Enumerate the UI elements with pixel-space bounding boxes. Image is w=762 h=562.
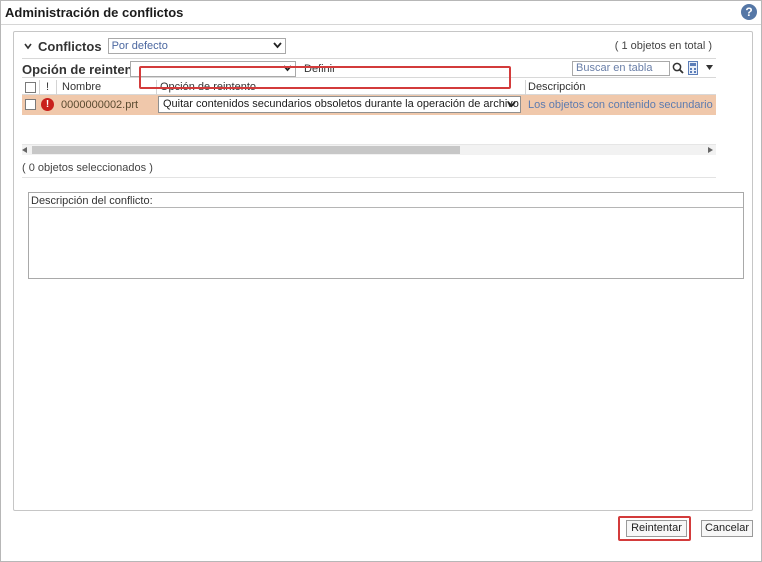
row-description: Los objetos con contenido secundario obs… [528, 99, 716, 111]
column-header-flag[interactable]: ! [46, 81, 49, 94]
conflict-description-label: Descripción del conflicto: [31, 195, 153, 207]
conflicts-panel: Conflictos Por defecto ( 1 objetos en to… [13, 31, 753, 511]
table-search-input[interactable]: Buscar en tabla [572, 61, 670, 76]
conflict-management-window: Administración de conflictos ? Conflicto… [0, 0, 762, 562]
total-objects-label: ( 1 objetos en total ) [614, 40, 712, 52]
help-icon[interactable]: ? [741, 4, 757, 20]
search-icon[interactable] [672, 62, 684, 74]
conflict-description-panel: Descripción del conflicto: [28, 192, 744, 279]
calculator-icon[interactable] [688, 61, 698, 75]
column-separator [39, 80, 40, 95]
conflicts-filter-select[interactable]: Por defecto [107, 38, 286, 54]
retry-option-label: Opción de reintento [22, 62, 145, 77]
scroll-left-icon[interactable] [22, 147, 27, 153]
title-bar: Administración de conflictos ? [1, 1, 761, 25]
retry-button[interactable]: Reintentar [626, 520, 687, 537]
conflicts-section-label: Conflictos [38, 38, 102, 54]
table-row[interactable]: ! 0000000002.prt Quitar contenidos secun… [22, 95, 716, 115]
window-title: Administración de conflictos [5, 5, 184, 20]
scroll-right-icon[interactable] [708, 147, 713, 153]
conflicts-filter-value: Por defecto [111, 40, 168, 52]
column-separator [56, 80, 57, 95]
divider [22, 177, 716, 178]
conflicts-header: Conflictos Por defecto [24, 38, 286, 54]
chevron-down-icon [507, 101, 516, 108]
row-retry-option-select[interactable]: Quitar contenidos secundarios obsoletos … [158, 96, 521, 113]
column-header-name[interactable]: Nombre [62, 81, 101, 94]
scrollbar-thumb[interactable] [32, 146, 460, 154]
column-separator [525, 80, 526, 95]
select-all-checkbox[interactable] [25, 82, 36, 93]
chevron-down-icon[interactable] [24, 42, 32, 50]
retry-option-callout [139, 66, 511, 89]
row-name: 0000000002.prt [61, 99, 139, 111]
selected-count-label: ( 0 objetos seleccionados ) [22, 162, 153, 174]
divider [29, 207, 743, 208]
error-icon: ! [41, 98, 54, 111]
row-checkbox[interactable] [25, 99, 36, 110]
menu-caret-icon[interactable] [706, 65, 713, 70]
cancel-button[interactable]: Cancelar [701, 520, 753, 537]
horizontal-scrollbar[interactable] [22, 144, 716, 155]
chevron-down-icon [272, 42, 282, 49]
column-header-description[interactable]: Descripción [528, 81, 585, 94]
row-retry-option-value: Quitar contenidos secundarios obsoletos … [163, 98, 519, 110]
